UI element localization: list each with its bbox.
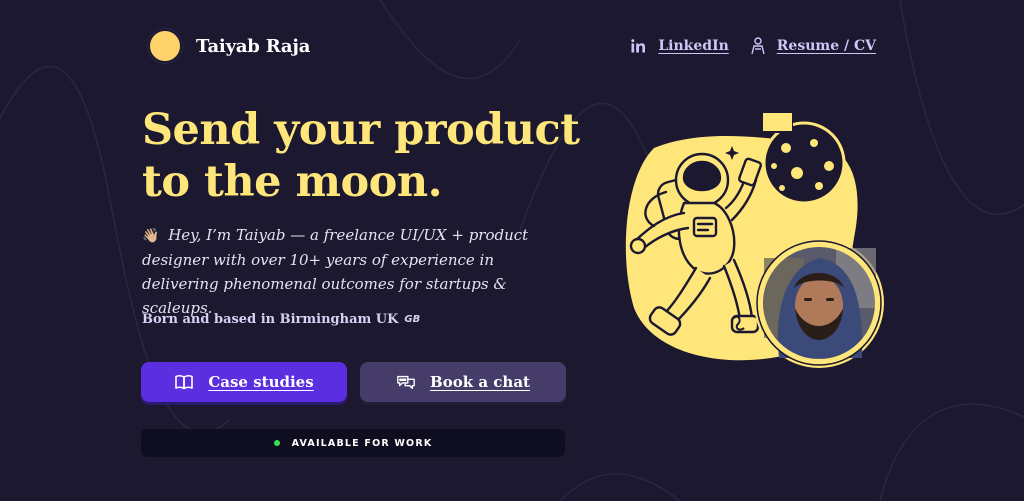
intro-paragraph: 👋🏼 Hey, I’m Taiyab — a freelance UI/UX +…: [142, 223, 572, 320]
linkedin-label: LinkedIn: [658, 38, 729, 54]
location-line: Born and based in Birmingham UK GB: [142, 312, 420, 327]
chat-bubbles-icon: [396, 372, 416, 392]
hero-title-line1: Send your product: [142, 105, 580, 155]
brand-name: Taiyab Raja: [196, 35, 311, 57]
astronaut-illustration: [625, 108, 884, 368]
resume-label: Resume / CV: [776, 38, 876, 54]
page: Taiyab Raja LinkedIn Resume / CV Send yo…: [0, 0, 1024, 501]
top-nav: LinkedIn Resume / CV: [630, 37, 876, 55]
hero-title-line2: to the moon.: [142, 157, 443, 207]
case-studies-label: Case studies: [208, 373, 314, 391]
uk-flag-icon: GB: [404, 314, 421, 325]
book-chat-button[interactable]: Book a chat: [360, 362, 566, 402]
book-open-icon: [174, 372, 194, 392]
brand[interactable]: Taiyab Raja: [148, 29, 310, 63]
linkedin-link[interactable]: LinkedIn: [630, 37, 729, 55]
location-text: Born and based in Birmingham UK: [142, 312, 399, 327]
book-chat-label: Book a chat: [430, 373, 530, 391]
waving-hand-icon: 👋🏼: [142, 228, 160, 244]
linkedin-icon: [630, 37, 648, 55]
intro-text: Hey, I’m Taiyab — a freelance UI/UX + pr…: [142, 226, 529, 317]
resume-link[interactable]: Resume / CV: [749, 37, 876, 55]
status-dot: [273, 440, 280, 446]
profile-photo: [754, 238, 884, 368]
brand-logo: [148, 29, 182, 63]
availability-banner: AVAILABLE FOR WORK: [141, 429, 565, 457]
hero-title: Send your product to the moon.: [142, 104, 602, 208]
moon-icon: [762, 121, 846, 205]
case-studies-button[interactable]: Case studies: [141, 362, 347, 402]
availability-label: AVAILABLE FOR WORK: [291, 437, 433, 449]
person-icon: [749, 37, 767, 55]
site-header: Taiyab Raja LinkedIn Resume / CV: [148, 29, 876, 63]
